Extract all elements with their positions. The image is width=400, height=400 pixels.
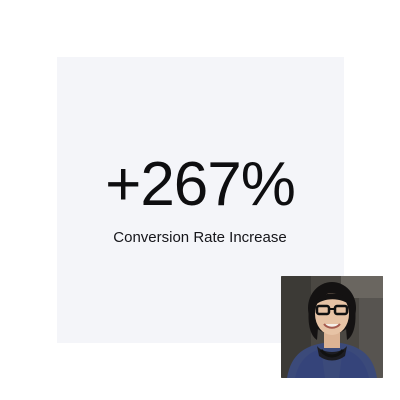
person-photo-icon <box>281 276 383 378</box>
testimonial-portrait <box>281 276 383 378</box>
stat-section: +267% Conversion Rate Increase <box>0 0 400 400</box>
stat-value: +267% <box>105 150 296 219</box>
stat-label: Conversion Rate Increase <box>113 229 287 246</box>
